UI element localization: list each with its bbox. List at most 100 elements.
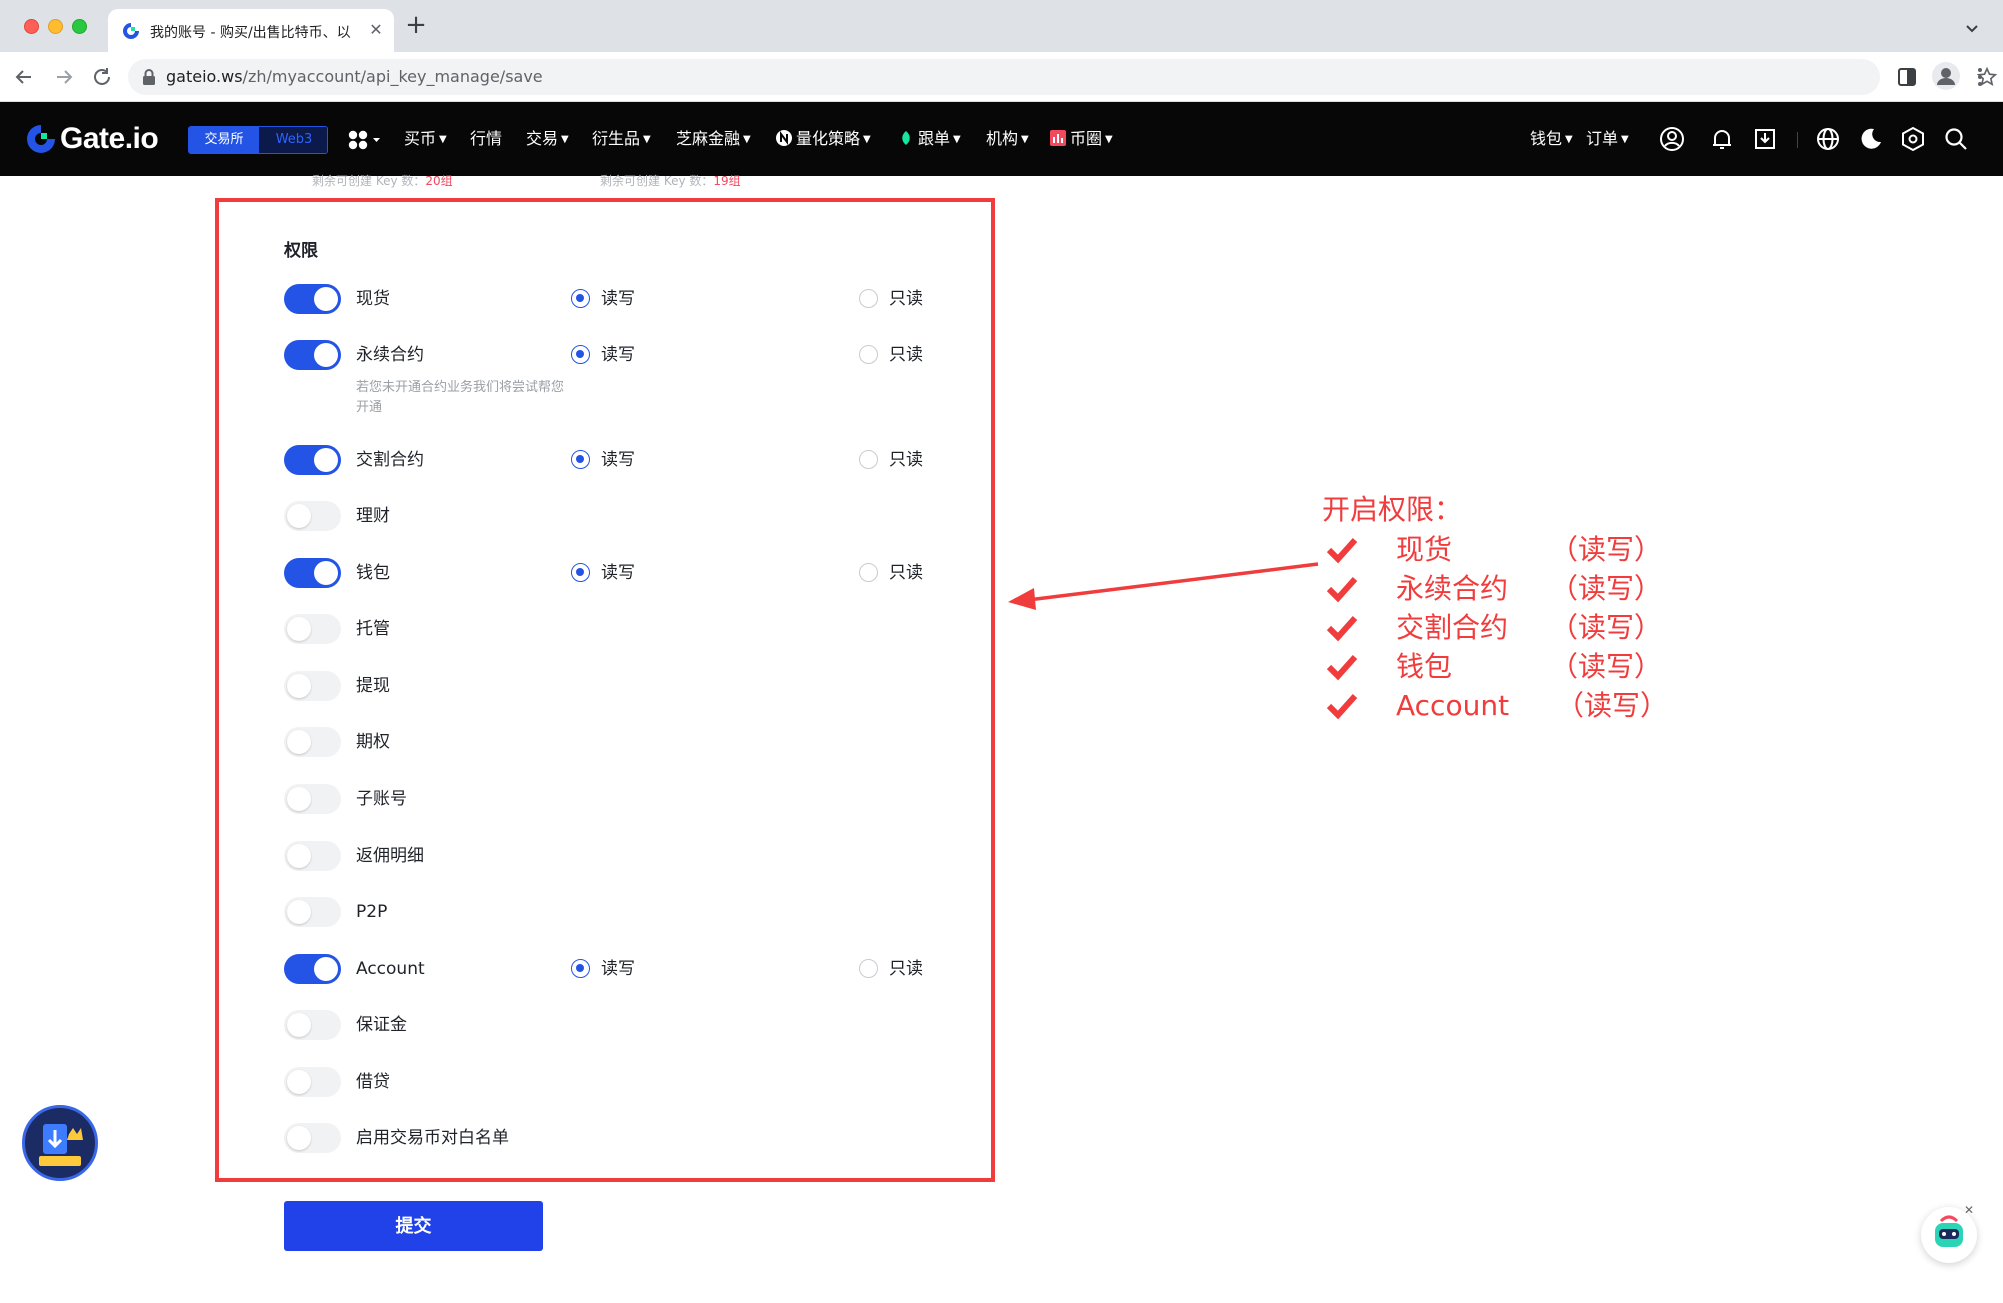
read-write-radio[interactable] — [571, 563, 590, 582]
checkmark-icon — [1326, 654, 1358, 681]
address-bar[interactable]: gateio.ws/zh/myaccount/api_key_manage/sa… — [128, 59, 1998, 95]
perm-toggle[interactable] — [284, 727, 341, 757]
mode-exchange-tab[interactable]: 交易所 — [189, 127, 259, 153]
read-write-label[interactable]: 读写 — [601, 448, 635, 472]
toggle-knob — [287, 844, 311, 868]
perm-toggle[interactable] — [284, 897, 341, 927]
globe-icon[interactable] — [1815, 126, 1841, 152]
reload-icon[interactable] — [90, 65, 114, 89]
forward-arrow-icon[interactable] — [52, 65, 76, 89]
nav-derivatives[interactable]: 衍生品 ▼ — [592, 128, 651, 151]
perm-row-rebate: 返佣明细 — [284, 841, 944, 871]
perm-toggle[interactable] — [284, 340, 341, 370]
perm-label: 借贷 — [356, 1072, 390, 1092]
read-only-radio[interactable] — [859, 563, 878, 582]
profile-avatar-icon[interactable] — [1932, 62, 1960, 90]
nav-trade[interactable]: 交易 ▼ — [526, 128, 569, 151]
user-account-icon[interactable] — [1659, 126, 1685, 152]
window-minimize-button[interactable] — [48, 19, 63, 34]
gate-logo[interactable]: Gate.io — [26, 121, 176, 157]
annotation-name: 钱包 — [1396, 650, 1453, 683]
nav-markets[interactable]: 行情 — [470, 128, 502, 150]
perm-toggle[interactable] — [284, 1010, 341, 1040]
submit-button[interactable]: 提交 — [284, 1201, 543, 1251]
browser-tab-active[interactable]: 我的账号 - 购买/出售比特币、以 ✕ — [108, 9, 394, 52]
perm-toggle[interactable] — [284, 671, 341, 701]
read-write-label[interactable]: 读写 — [601, 287, 635, 311]
perm-toggle[interactable] — [284, 784, 341, 814]
read-only-radio[interactable] — [859, 959, 878, 978]
perm-toggle[interactable] — [284, 558, 341, 588]
perm-toggle[interactable] — [284, 614, 341, 644]
read-write-label[interactable]: 读写 — [601, 561, 635, 585]
perm-toggle[interactable] — [284, 284, 341, 314]
read-write-radio[interactable] — [571, 450, 590, 469]
app-download-widget[interactable] — [22, 1105, 98, 1181]
read-only-label[interactable]: 只读 — [889, 287, 923, 311]
browser-tab-bar: 我的账号 - 购买/出售比特币、以 ✕ + — [0, 0, 2003, 52]
gate-logo-icon — [123, 23, 139, 39]
toggle-knob — [287, 1070, 311, 1094]
chevron-down-icon[interactable] — [1962, 18, 1982, 38]
perm-toggle[interactable] — [284, 1123, 341, 1153]
perm-toggle[interactable] — [284, 841, 341, 871]
download-icon[interactable] — [1752, 126, 1778, 152]
theme-moon-icon[interactable] — [1858, 126, 1884, 152]
read-only-label[interactable]: 只读 — [889, 343, 923, 367]
read-write-label[interactable]: 读写 — [601, 343, 635, 367]
read-write-label[interactable]: 读写 — [601, 957, 635, 981]
apps-grid-icon[interactable] — [348, 129, 384, 151]
perm-toggle[interactable] — [284, 1067, 341, 1097]
nav-buy-crypto[interactable]: 买币 ▼ — [404, 128, 447, 151]
side-panel-icon[interactable] — [1896, 66, 1918, 88]
perm-note: 若您未开通合约业务我们将尝试帮您开通 — [356, 380, 565, 415]
chart-badge-icon — [1050, 130, 1066, 146]
annotation-title: 开启权限： — [1322, 493, 1463, 526]
window-zoom-button[interactable] — [72, 19, 87, 34]
nav-quant-strategy[interactable]: 量化策略 ▼ — [776, 128, 871, 151]
read-write-radio[interactable] — [571, 289, 590, 308]
permissions-title: 权限 — [284, 241, 318, 261]
checkmark-icon — [1326, 537, 1358, 564]
nav-label: 衍生品 — [592, 129, 641, 148]
read-only-radio[interactable] — [859, 450, 878, 469]
annotation-mode: （读写） — [1550, 533, 1663, 566]
settings-hexagon-icon[interactable] — [1900, 126, 1926, 152]
new-tab-icon[interactable]: + — [404, 12, 428, 38]
page: 我的账号 - 购买/出售比特币、以 ✕ + gateio.ws/zh/myacc… — [0, 0, 2003, 1303]
read-only-label[interactable]: 只读 — [889, 448, 923, 472]
read-only-label[interactable]: 只读 — [889, 957, 923, 981]
read-only-radio[interactable] — [859, 289, 878, 308]
nav-wallet[interactable]: 钱包 ▼ — [1530, 128, 1573, 151]
perm-row-spot: 现货 读写 只读 — [284, 284, 944, 314]
nav-orders[interactable]: 订单 ▼ — [1586, 128, 1629, 151]
perm-toggle[interactable] — [284, 954, 341, 984]
perm-label: 期权 — [356, 732, 390, 752]
mode-web3-tab[interactable]: Web3 — [259, 127, 327, 153]
remaining-keys-count: 19组 — [713, 174, 741, 188]
caret-down-icon: ▼ — [1105, 134, 1113, 145]
window-close-button[interactable] — [24, 19, 39, 34]
toggle-knob — [287, 730, 311, 754]
nav-finance[interactable]: 芝麻金融 ▼ — [676, 128, 751, 151]
read-only-label[interactable]: 只读 — [889, 561, 923, 585]
more-menu-icon[interactable] — [1972, 65, 1988, 89]
read-only-radio[interactable] — [859, 345, 878, 364]
perm-row-subaccount: 子账号 — [284, 784, 944, 814]
back-arrow-icon[interactable] — [12, 65, 36, 89]
search-icon[interactable] — [1943, 126, 1969, 152]
caret-down-icon: ▼ — [1021, 134, 1029, 145]
perm-toggle[interactable] — [284, 501, 341, 531]
perm-row-delivery: 交割合约 读写 只读 — [284, 445, 944, 475]
lock-icon[interactable] — [142, 69, 156, 85]
read-write-radio[interactable] — [571, 345, 590, 364]
bell-icon[interactable] — [1709, 126, 1735, 152]
annotation-mode: （读写） — [1550, 611, 1663, 644]
close-icon[interactable]: ✕ — [1962, 1203, 1976, 1217]
read-write-radio[interactable] — [571, 959, 590, 978]
perm-toggle[interactable] — [284, 445, 341, 475]
nav-crypto-circle[interactable]: 币圈 ▼ — [1050, 128, 1113, 151]
nav-institutional[interactable]: 机构 ▼ — [986, 128, 1029, 151]
nav-copy-trading[interactable]: 跟单 ▼ — [898, 128, 961, 151]
tab-close-icon[interactable]: ✕ — [366, 20, 386, 40]
